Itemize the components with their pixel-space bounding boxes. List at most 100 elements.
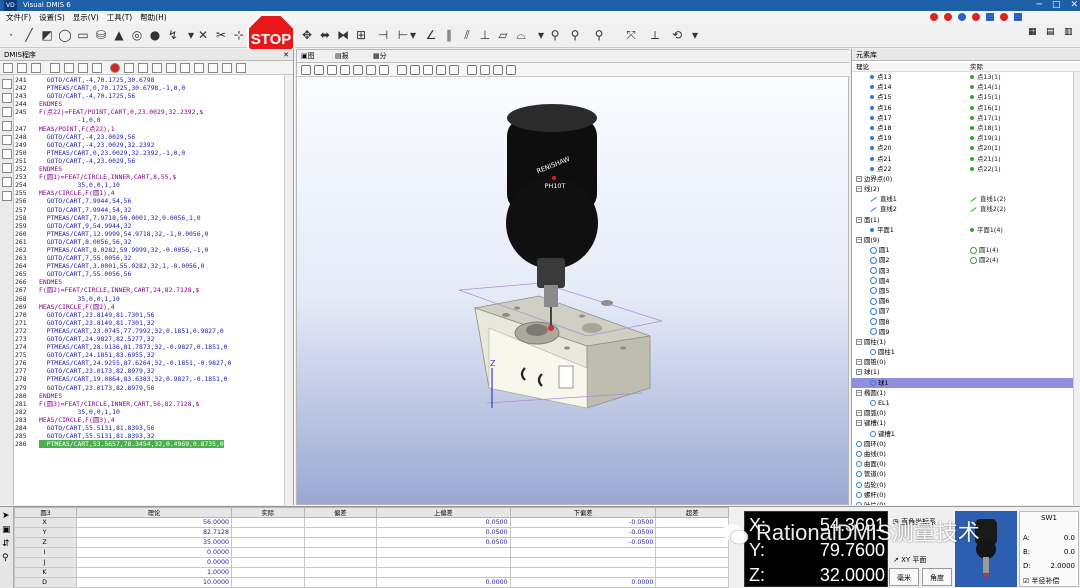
- tree-item[interactable]: 点16 点16(1): [852, 103, 1074, 113]
- line-tool-icon[interactable]: ╱: [22, 28, 36, 42]
- tree-item[interactable]: 球1: [852, 377, 1074, 388]
- tree-item[interactable]: 直线1 直线1(2): [852, 194, 1074, 204]
- tree-item[interactable]: − 圆(9): [852, 235, 1074, 245]
- code-line[interactable]: 242 PTMEAS/CART,0,70.1725,30.6798,-1,0,0: [15, 84, 285, 92]
- side-tool-icon-3[interactable]: [2, 107, 12, 117]
- sphere-tool-icon[interactable]: ●: [148, 28, 162, 42]
- feature-panel-icon-2[interactable]: ▤: [1046, 27, 1055, 37]
- parallel-tool-icon[interactable]: ∥: [442, 28, 456, 42]
- nav-tool-icon[interactable]: ⬌: [318, 28, 332, 42]
- tree-expand-icon[interactable]: [856, 491, 862, 498]
- tree-item[interactable]: − 椭圆(1): [852, 388, 1074, 398]
- code-line[interactable]: 256 GOTO/CART,7.9944,54,56: [15, 197, 285, 205]
- close-button[interactable]: ✕: [1070, 0, 1078, 11]
- side-tool-icon-8[interactable]: [2, 177, 12, 187]
- code-line[interactable]: 257 GOTO/CART,7.9944,54,32: [15, 206, 285, 214]
- tree-item[interactable]: 圆8: [852, 317, 1074, 327]
- results-sort-icon[interactable]: ⇵: [2, 539, 10, 549]
- tree-expand-icon[interactable]: −: [856, 216, 862, 223]
- side-tool-icon-1[interactable]: [2, 79, 12, 89]
- parallelism-tool-icon[interactable]: ⫽: [460, 28, 474, 42]
- results-row[interactable]: X 56.0000 0.0500 -0.0500: [14, 517, 729, 528]
- tree-item[interactable]: 曲线(0): [852, 449, 1074, 459]
- menu-view[interactable]: 显示(V): [69, 12, 103, 23]
- code-line[interactable]: 264 PTMEAS/CART,3.0001,55.0282,32,1,-0.0…: [15, 262, 285, 270]
- new-file-icon[interactable]: [3, 63, 13, 73]
- open-file-icon[interactable]: [17, 63, 27, 73]
- code-line[interactable]: 278 PTMEAS/CART,19.0864,83.6383,32,0.982…: [15, 375, 285, 383]
- tree-item[interactable]: 圆柱1: [852, 347, 1074, 357]
- program-panel-close-icon[interactable]: ✕: [283, 49, 289, 61]
- results-row[interactable]: D 10.0000 0.0000 0.0000: [14, 577, 729, 588]
- tree-item[interactable]: 点15 点15(1): [852, 92, 1074, 102]
- circle-tool-icon[interactable]: ◯: [58, 28, 72, 42]
- dropdown-arrow-icon-2[interactable]: ▾: [406, 28, 420, 42]
- view-back-icon[interactable]: [353, 65, 363, 75]
- code-line[interactable]: 274 PTMEAS/CART,28.9136,81.7873,32,-0.98…: [15, 343, 285, 351]
- tree-item[interactable]: 曲面(0): [852, 459, 1074, 469]
- tree-expand-icon[interactable]: [856, 461, 862, 468]
- tree-expand-icon[interactable]: [856, 501, 862, 505]
- code-line[interactable]: 277 GOTO/CART,23.0173,82.8979,32: [15, 367, 285, 375]
- axis-tool-icon[interactable]: ⤧: [624, 28, 638, 42]
- move-tool-icon[interactable]: ✥: [300, 28, 314, 42]
- goto-icon[interactable]: [208, 63, 218, 73]
- tree-item[interactable]: − 键槽(1): [852, 418, 1074, 428]
- cut-icon[interactable]: [124, 63, 134, 73]
- results-row[interactable]: I 0.0000: [14, 547, 729, 558]
- intersect-tool-icon[interactable]: ✕: [196, 28, 210, 42]
- tree-item[interactable]: 点21 点21(1): [852, 154, 1074, 164]
- tree-item[interactable]: 齿轮(0): [852, 480, 1074, 490]
- probe-swap-icon[interactable]: ⚲: [592, 28, 606, 42]
- tree-item[interactable]: 圆4: [852, 276, 1074, 286]
- probe-path-icon[interactable]: ↯: [166, 28, 180, 42]
- section-icon[interactable]: [493, 65, 503, 75]
- tree-item[interactable]: 圆2 圆2(4): [852, 255, 1074, 265]
- toolbar-red-dot-icon-3[interactable]: [972, 13, 980, 21]
- view-right-icon[interactable]: [340, 65, 350, 75]
- tab-analysis[interactable]: ▦ 分析: [373, 50, 387, 73]
- results-row[interactable]: Y 82.7128 0.0500 -0.0500: [14, 527, 729, 538]
- mirror-tool-icon[interactable]: ⧓: [336, 28, 350, 42]
- tree-item[interactable]: 键槽1: [852, 429, 1074, 439]
- code-line[interactable]: 252 ENDMES: [15, 165, 285, 173]
- run-icon[interactable]: [50, 63, 60, 73]
- code-line[interactable]: 286 PTMEAS/CART,53.5657,78.3454,32,0.496…: [15, 440, 285, 449]
- save-file-icon[interactable]: [31, 63, 41, 73]
- tree-expand-icon[interactable]: −: [856, 389, 862, 396]
- tree-item[interactable]: 圆3: [852, 266, 1074, 276]
- code-line[interactable]: 247 MEAS/POINT,F(点22),1: [15, 125, 285, 133]
- profile-tool-icon[interactable]: ⌓: [514, 28, 528, 42]
- tree-item[interactable]: − 球(1): [852, 367, 1074, 377]
- tree-item[interactable]: 点20 点20(1): [852, 143, 1074, 153]
- code-line[interactable]: 245 F(点22)=FEAT/POINT,CART,0,23.0029,32.2…: [15, 108, 285, 116]
- tree-item[interactable]: 圆5: [852, 286, 1074, 296]
- zoom-fit-icon[interactable]: [423, 65, 433, 75]
- tree-item[interactable]: 管道(0): [852, 469, 1074, 479]
- tree-item[interactable]: 点14 点14(1): [852, 82, 1074, 92]
- tree-item[interactable]: 点17 点17(1): [852, 113, 1074, 123]
- perpendicular-tool-icon[interactable]: ⊥: [478, 28, 492, 42]
- code-line[interactable]: 260 PTMEAS/CART,12.9999,54.9718,32,-1,0.…: [15, 230, 285, 238]
- toolbar-blue-square-icon-2[interactable]: [1014, 13, 1022, 21]
- side-tool-icon-7[interactable]: [2, 163, 12, 173]
- tree-item[interactable]: 点22 点22(1): [852, 164, 1074, 174]
- toolbar-blue-square-icon[interactable]: [986, 13, 994, 21]
- tree-item[interactable]: − 线(2): [852, 184, 1074, 194]
- code-line[interactable]: 269 MEAS/CIRCLE,F(圆2),4: [15, 303, 285, 311]
- code-line[interactable]: 282 35,0,0,1,10: [15, 408, 285, 416]
- menu-file[interactable]: 文件(F): [2, 12, 35, 23]
- tree-expand-icon[interactable]: −: [856, 420, 862, 427]
- measure-icon[interactable]: [506, 65, 516, 75]
- copy-icon[interactable]: [138, 63, 148, 73]
- tree-expand-icon[interactable]: −: [856, 237, 862, 243]
- toolbar-red-dot-icon-4[interactable]: [1000, 13, 1008, 21]
- results-save-icon[interactable]: ▣: [2, 525, 11, 535]
- side-tool-icon-5[interactable]: [2, 135, 12, 145]
- code-line[interactable]: 244 ENDMES: [15, 100, 285, 108]
- step-icon[interactable]: [64, 63, 74, 73]
- tree-item[interactable]: 圆1 圆1(4): [852, 245, 1074, 255]
- code-line[interactable]: 255 MEAS/CIRCLE,F(圆1),4: [15, 189, 285, 197]
- tree-expand-icon[interactable]: −: [856, 369, 862, 376]
- tree-item[interactable]: 平面1 平面1(4): [852, 225, 1074, 235]
